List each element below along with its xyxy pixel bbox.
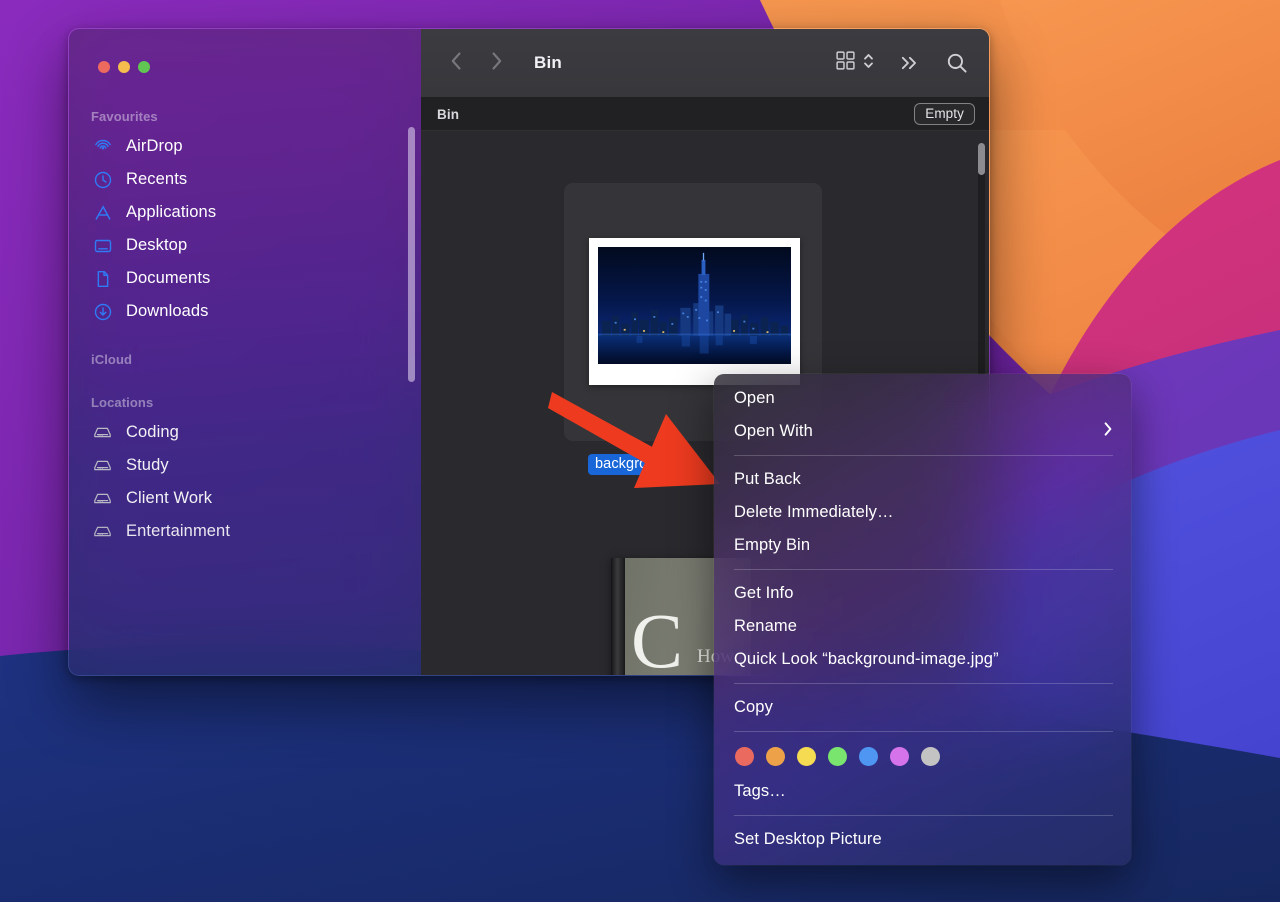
menu-item-set-desktop-picture[interactable]: Set Desktop Picture bbox=[714, 823, 1131, 856]
menu-item-label: Open bbox=[734, 389, 775, 408]
menu-item-label: Quick Look “background-image.jpg” bbox=[734, 650, 999, 669]
view-switcher[interactable] bbox=[835, 49, 874, 78]
tag-green-dot[interactable] bbox=[828, 747, 847, 766]
sidebar-item-label: Entertainment bbox=[126, 522, 230, 541]
sidebar-item-label: Coding bbox=[126, 423, 179, 442]
menu-item-label: Copy bbox=[734, 698, 773, 717]
menu-separator bbox=[734, 731, 1113, 732]
tag-purple-dot[interactable] bbox=[890, 747, 909, 766]
navigation-buttons[interactable] bbox=[449, 49, 504, 78]
book-spine bbox=[611, 558, 625, 675]
tag-grey-dot[interactable] bbox=[921, 747, 940, 766]
sidebar-item-entertainment[interactable]: Entertainment bbox=[69, 515, 421, 548]
menu-item-rename[interactable]: Rename bbox=[714, 610, 1131, 643]
chevron-up-down-icon[interactable] bbox=[863, 49, 874, 78]
menu-item-copy[interactable]: Copy bbox=[714, 691, 1131, 724]
menu-separator bbox=[734, 815, 1113, 816]
sidebar-item-label: Study bbox=[126, 456, 169, 475]
path-bar: Bin Empty bbox=[421, 98, 989, 131]
menu-item-label: Rename bbox=[734, 617, 797, 636]
menu-separator bbox=[734, 569, 1113, 570]
photo-thumbnail bbox=[589, 238, 800, 385]
menu-item-label: Empty Bin bbox=[734, 536, 810, 555]
sidebar-item-label: Desktop bbox=[126, 236, 187, 255]
double-chevron-right-icon[interactable] bbox=[898, 52, 921, 74]
clock-icon bbox=[92, 169, 113, 190]
sidebar-item-coding[interactable]: Coding bbox=[69, 416, 421, 449]
tag-blue-dot[interactable] bbox=[859, 747, 878, 766]
context-menu[interactable]: Open Open With Put Back Delete Immediate… bbox=[714, 374, 1131, 865]
toolbar-actions bbox=[835, 49, 969, 78]
menu-item-label: Tags… bbox=[734, 782, 786, 801]
download-icon bbox=[92, 301, 113, 322]
chevron-right-icon[interactable] bbox=[489, 49, 504, 78]
empty-bin-button[interactable]: Empty bbox=[914, 103, 975, 125]
sidebar-item-label: Documents bbox=[126, 269, 210, 288]
sidebar-item-study[interactable]: Study bbox=[69, 449, 421, 482]
tag-color-row[interactable] bbox=[714, 739, 1131, 775]
finder-sidebar[interactable]: Favourites AirDrop bbox=[69, 29, 421, 675]
sidebar-item-client-work[interactable]: Client Work bbox=[69, 482, 421, 515]
window-traffic-lights[interactable] bbox=[69, 29, 421, 73]
sidebar-item-label: Client Work bbox=[126, 489, 212, 508]
sidebar-group-locations: Locations bbox=[69, 373, 421, 416]
menu-item-label: Open With bbox=[734, 422, 813, 441]
menu-item-label: Delete Immediately… bbox=[734, 503, 894, 522]
applications-icon bbox=[92, 202, 113, 223]
sidebar-scrollbar[interactable] bbox=[408, 127, 415, 382]
sidebar-item-label: Recents bbox=[126, 170, 187, 189]
menu-item-empty-bin[interactable]: Empty Bin bbox=[714, 529, 1131, 562]
chevron-left-icon[interactable] bbox=[449, 49, 464, 78]
airdrop-icon bbox=[92, 136, 113, 157]
document-icon bbox=[92, 268, 113, 289]
sidebar-item-recents[interactable]: Recents bbox=[69, 163, 421, 196]
sidebar-item-label: Downloads bbox=[126, 302, 209, 321]
menu-item-get-info[interactable]: Get Info bbox=[714, 577, 1131, 610]
sidebar-item-airdrop[interactable]: AirDrop bbox=[69, 130, 421, 163]
tag-orange-dot[interactable] bbox=[766, 747, 785, 766]
menu-separator bbox=[734, 683, 1113, 684]
tag-yellow-dot[interactable] bbox=[797, 747, 816, 766]
sidebar-item-downloads[interactable]: Downloads bbox=[69, 295, 421, 328]
drive-icon bbox=[92, 422, 113, 443]
menu-item-delete-immediately[interactable]: Delete Immediately… bbox=[714, 496, 1131, 529]
chevron-right-icon bbox=[1103, 421, 1113, 442]
menu-item-open-with[interactable]: Open With bbox=[714, 415, 1131, 448]
drive-icon bbox=[92, 521, 113, 542]
grid-view-icon[interactable] bbox=[835, 50, 856, 76]
sidebar-group-icloud: iCloud bbox=[69, 328, 421, 373]
menu-separator bbox=[734, 455, 1113, 456]
menu-item-label: Put Back bbox=[734, 470, 801, 489]
sidebar-scroll-area[interactable]: Favourites AirDrop bbox=[69, 73, 421, 548]
drive-icon bbox=[92, 488, 113, 509]
menu-item-label: Set Desktop Picture bbox=[734, 830, 882, 849]
search-icon[interactable] bbox=[945, 51, 969, 75]
menu-item-tags[interactable]: Tags… bbox=[714, 775, 1131, 808]
menu-item-open[interactable]: Open bbox=[714, 382, 1131, 415]
sidebar-group-favourites: Favourites bbox=[69, 99, 421, 130]
close-button[interactable] bbox=[98, 61, 110, 73]
book-cover-letter: C bbox=[631, 610, 683, 672]
zoom-button[interactable] bbox=[138, 61, 150, 73]
path-bar-label: Bin bbox=[437, 107, 459, 122]
sidebar-item-documents[interactable]: Documents bbox=[69, 262, 421, 295]
finder-toolbar: Bin bbox=[421, 29, 989, 98]
drive-icon bbox=[92, 455, 113, 476]
sidebar-item-desktop[interactable]: Desktop bbox=[69, 229, 421, 262]
sidebar-item-label: Applications bbox=[126, 203, 216, 222]
sidebar-item-applications[interactable]: Applications bbox=[69, 196, 421, 229]
desktop-icon bbox=[92, 235, 113, 256]
menu-item-quick-look[interactable]: Quick Look “background-image.jpg” bbox=[714, 643, 1131, 676]
menu-item-label: Get Info bbox=[734, 584, 794, 603]
menu-item-put-back[interactable]: Put Back bbox=[714, 463, 1131, 496]
content-scrollbar-thumb[interactable] bbox=[978, 143, 985, 175]
minimize-button[interactable] bbox=[118, 61, 130, 73]
window-title: Bin bbox=[534, 53, 562, 73]
tag-red-dot[interactable] bbox=[735, 747, 754, 766]
sidebar-item-label: AirDrop bbox=[126, 137, 183, 156]
file-label-background-image[interactable]: backgrou bbox=[588, 454, 662, 475]
